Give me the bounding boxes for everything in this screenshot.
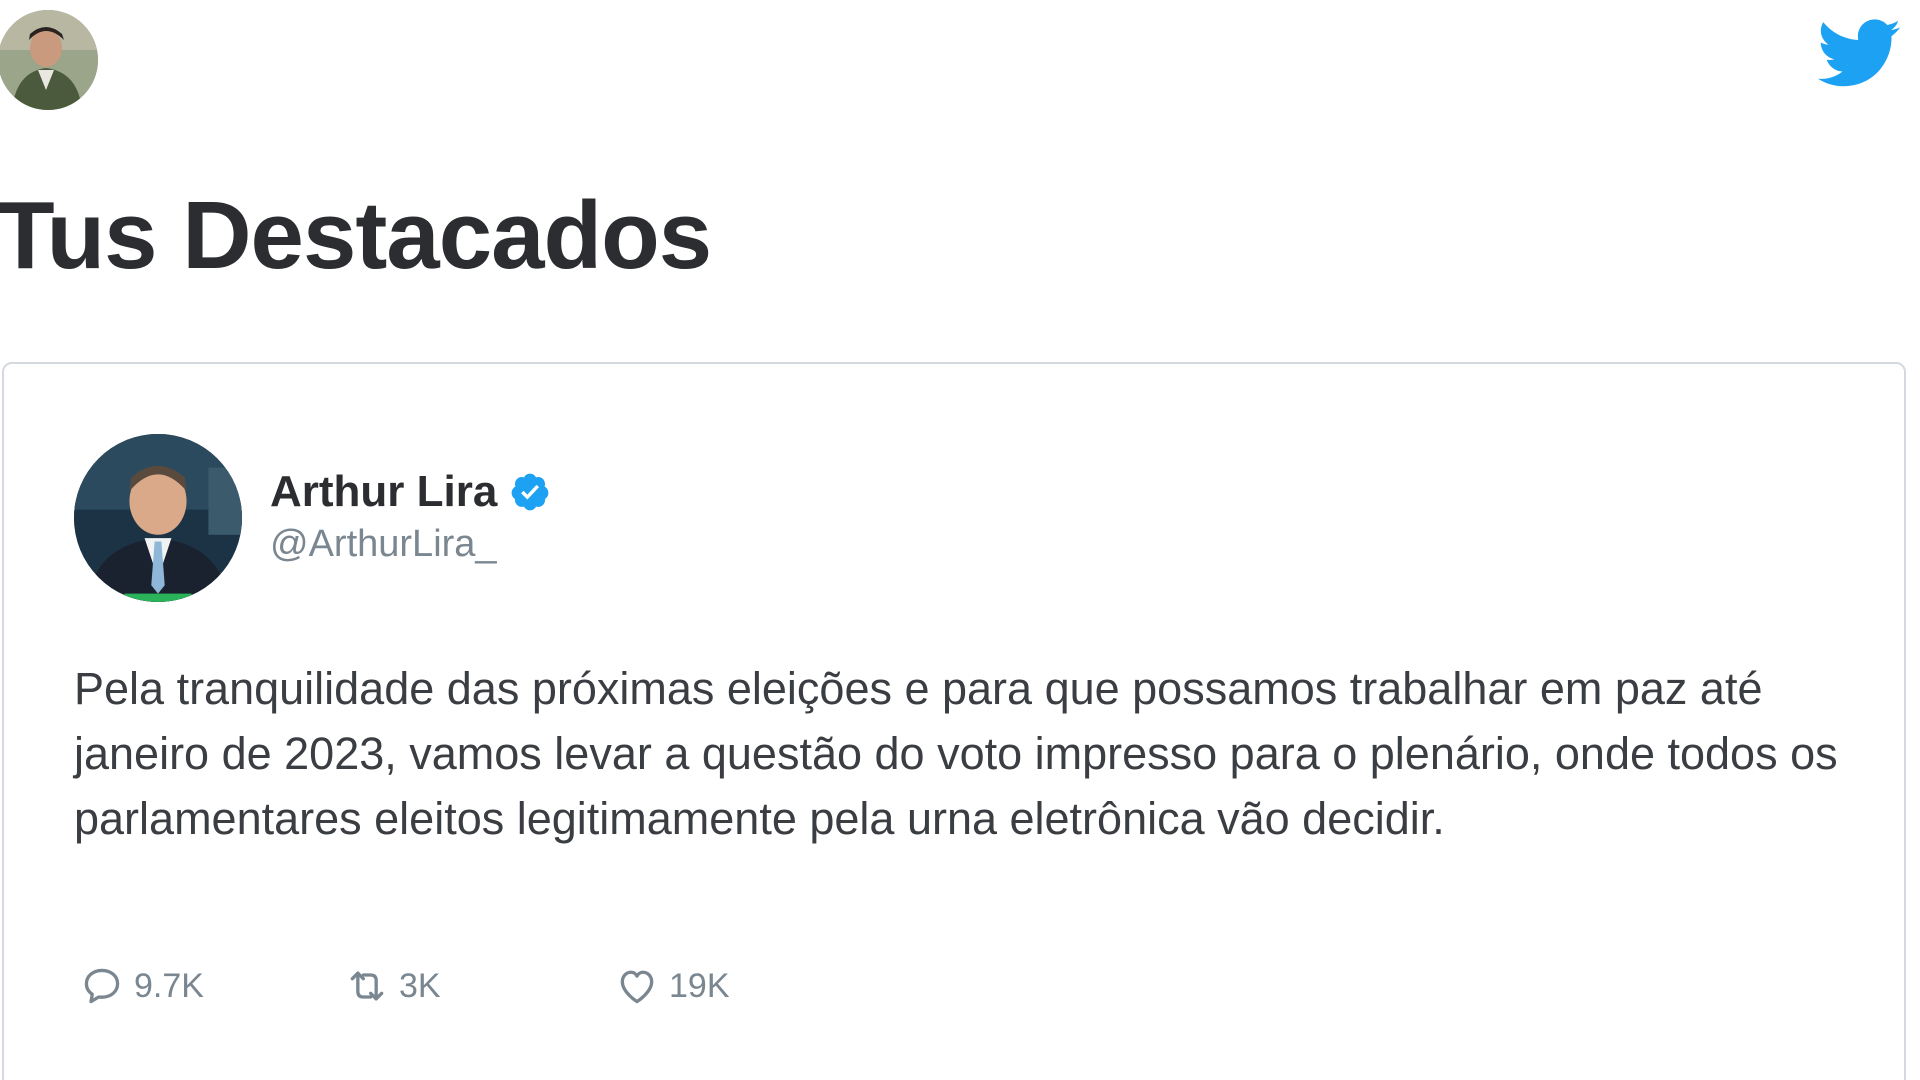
twitter-bird-icon[interactable] xyxy=(1818,18,1902,90)
author-name[interactable]: Arthur Lira xyxy=(270,467,497,516)
page: Tus Destacados Arthur Lira @ArthurLira_ … xyxy=(0,0,1920,1080)
author-avatar-image xyxy=(74,434,242,602)
reply-icon xyxy=(84,968,120,1004)
user-avatar[interactable] xyxy=(0,10,98,110)
author-info: Arthur Lira @ArthurLira_ xyxy=(270,467,551,566)
reply-count: 9.7K xyxy=(134,966,204,1005)
author-handle[interactable]: @ArthurLira_ xyxy=(270,524,551,566)
retweet-button[interactable]: 3K xyxy=(345,964,441,1008)
author-name-row: Arthur Lira xyxy=(270,467,551,516)
retweet-icon xyxy=(350,971,384,1001)
page-title: Tus Destacados xyxy=(0,182,712,289)
like-button[interactable]: 19K xyxy=(615,964,730,1008)
tweet-text: Pela tranquilidade das próximas eleições… xyxy=(74,663,1838,844)
tweet-card[interactable]: Arthur Lira @ArthurLira_ Pela tranquilid… xyxy=(2,362,1906,1080)
verified-badge-icon xyxy=(509,471,551,513)
like-count: 19K xyxy=(669,966,730,1005)
user-avatar-image xyxy=(0,10,98,110)
heart-icon xyxy=(620,970,654,1004)
reply-button[interactable]: 9.7K xyxy=(80,964,204,1008)
retweet-count: 3K xyxy=(399,966,441,1005)
author-avatar[interactable] xyxy=(74,434,242,602)
